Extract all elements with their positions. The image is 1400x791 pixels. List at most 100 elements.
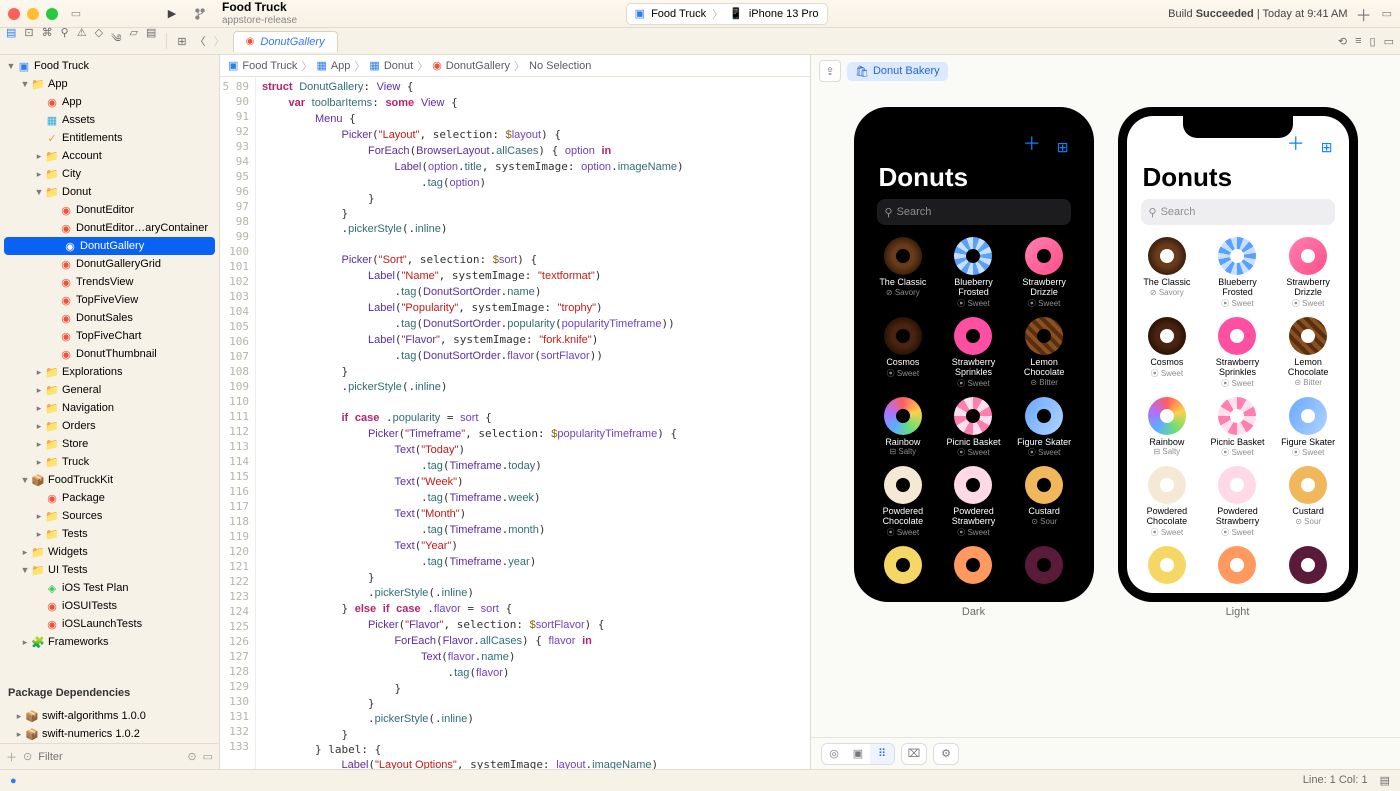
nav-item[interactable]: ▸📁Tests bbox=[0, 525, 219, 543]
donut-cell[interactable]: Blueberry Frosted⦿ Sweet bbox=[939, 235, 1008, 313]
nav-item[interactable]: ▸📁Explorations bbox=[0, 363, 219, 381]
nav-item[interactable]: ▼📁Donut bbox=[0, 183, 219, 201]
donut-cell[interactable]: Cosmos⦿ Sweet bbox=[1133, 315, 1202, 393]
nav-item[interactable]: ▦Assets bbox=[0, 111, 219, 129]
nav-item[interactable]: ▸🧩Frameworks bbox=[0, 633, 219, 651]
add-icon[interactable]: ＋ bbox=[1023, 130, 1041, 156]
donut-cell[interactable]: Lemon Chocolate⊝ Bitter bbox=[1010, 315, 1079, 393]
adjust-icon[interactable]: ≡ bbox=[1355, 35, 1361, 48]
sidebar-toggle-icon[interactable]: ▭ bbox=[66, 5, 86, 23]
nav-item[interactable]: ▸📁Widgets bbox=[0, 543, 219, 561]
nav-symbol-icon[interactable]: ⌘ bbox=[42, 26, 53, 57]
nav-item[interactable]: ▸📁Account bbox=[0, 147, 219, 165]
nav-item[interactable]: ◉iOSLaunchTests bbox=[0, 615, 219, 633]
nav-breakpoint-icon[interactable]: ▱ bbox=[130, 26, 138, 57]
nav-debug-icon[interactable]: ༄ bbox=[111, 26, 122, 57]
donut-cell[interactable]: Powdered Chocolate⦿ Sweet bbox=[869, 464, 938, 542]
donut-cell[interactable] bbox=[939, 544, 1008, 591]
donut-cell[interactable]: Cosmos⦿ Sweet bbox=[869, 315, 938, 393]
donut-cell[interactable]: Custard⊙ Sour bbox=[1010, 464, 1079, 542]
nav-item[interactable]: ◉DonutEditor bbox=[0, 201, 219, 219]
nav-item[interactable]: ◉TopFiveView bbox=[0, 291, 219, 309]
preview-destination[interactable]: 🛍 Donut Bakery bbox=[847, 62, 948, 81]
nav-item[interactable]: ▼📁App bbox=[0, 75, 219, 93]
donut-cell[interactable]: Figure Skater⦿ Sweet bbox=[1274, 395, 1343, 463]
editor-tab[interactable]: ◉ DonutGallery bbox=[233, 31, 338, 52]
nav-item[interactable]: ◉DonutEditor…aryContainer bbox=[0, 219, 219, 237]
refresh-icon[interactable]: ⟲ bbox=[1338, 35, 1347, 48]
nav-item[interactable]: ◉DonutGallery bbox=[4, 237, 215, 255]
donut-cell[interactable]: Picnic Basket⦿ Sweet bbox=[1203, 395, 1272, 463]
donut-cell[interactable]: Lemon Chocolate⊝ Bitter bbox=[1274, 315, 1343, 393]
scm-icon[interactable]: ▭ bbox=[203, 750, 213, 763]
code-area[interactable]: struct DonutGallery: View { var toolbarI… bbox=[256, 77, 810, 769]
branch-icon[interactable] bbox=[190, 5, 210, 23]
nav-item[interactable]: ◉TopFiveChart bbox=[0, 327, 219, 345]
split-icon[interactable]: ▯ bbox=[1370, 35, 1376, 48]
search-field[interactable]: ⚲Search bbox=[877, 199, 1071, 225]
donut-cell[interactable] bbox=[1274, 544, 1343, 591]
donut-cell[interactable]: Powdered Strawberry⦿ Sweet bbox=[939, 464, 1008, 542]
nav-item[interactable]: ▸📁Truck bbox=[0, 453, 219, 471]
nav-item[interactable]: ▸📁Navigation bbox=[0, 399, 219, 417]
donut-cell[interactable]: Strawberry Sprinkles⦿ Sweet bbox=[1203, 315, 1272, 393]
jump-segment[interactable]: App bbox=[331, 60, 351, 72]
nav-item[interactable]: ◉Package bbox=[0, 489, 219, 507]
nav-find-icon[interactable]: ⚲ bbox=[61, 26, 69, 57]
donut-cell[interactable]: Figure Skater⦿ Sweet bbox=[1010, 395, 1079, 463]
nav-item[interactable]: ▼▣Food Truck bbox=[0, 57, 219, 75]
jump-bar[interactable]: ▣ Food Truck〉▦ App〉▦ Donut〉◉ DonutGaller… bbox=[220, 55, 810, 77]
nav-item[interactable]: ✓Entitlements bbox=[0, 129, 219, 147]
donut-cell[interactable] bbox=[869, 544, 938, 591]
jump-segment[interactable]: No Selection bbox=[529, 60, 591, 72]
preview-device[interactable]: ＋⊞Donuts⚲SearchThe Classic⊘ SavoryBluebe… bbox=[854, 107, 1094, 602]
nav-source-icon[interactable]: ⊡ bbox=[24, 26, 33, 57]
donut-cell[interactable]: Strawberry Sprinkles⦿ Sweet bbox=[939, 315, 1008, 393]
nav-project-icon[interactable]: ▤ bbox=[6, 26, 16, 57]
inspector-icon[interactable]: ▭ bbox=[1384, 35, 1394, 48]
canvas-mode-seg[interactable]: ◎ ▣ ⠿ bbox=[821, 743, 895, 765]
pkg-dep-item[interactable]: ▸📦swift-algorithms 1.0.0 bbox=[0, 707, 219, 725]
donut-cell[interactable]: Rainbow⊟ Salty bbox=[1133, 395, 1202, 463]
nav-item[interactable]: ◉DonutGalleryGrid bbox=[0, 255, 219, 273]
nav-item[interactable]: ▸📁General bbox=[0, 381, 219, 399]
donut-cell[interactable]: Custard⊙ Sour bbox=[1274, 464, 1343, 542]
nav-test-icon[interactable]: ◇ bbox=[95, 26, 103, 57]
donut-cell[interactable] bbox=[1203, 544, 1272, 591]
nav-item[interactable]: ◉DonutSales bbox=[0, 309, 219, 327]
donut-cell[interactable]: Strawberry Drizzle⦿ Sweet bbox=[1274, 235, 1343, 313]
traffic-lights[interactable] bbox=[8, 8, 58, 20]
jump-segment[interactable]: Food Truck bbox=[242, 60, 297, 72]
donut-cell[interactable]: Powdered Strawberry⦿ Sweet bbox=[1203, 464, 1272, 542]
recent-icon[interactable]: ⊙ bbox=[187, 750, 196, 763]
donut-cell[interactable]: Strawberry Drizzle⦿ Sweet bbox=[1010, 235, 1079, 313]
donut-cell[interactable]: Rainbow⊟ Salty bbox=[869, 395, 938, 463]
nav-item[interactable]: ▸📁Store bbox=[0, 435, 219, 453]
filter-input[interactable] bbox=[38, 751, 181, 763]
nav-item[interactable]: ◉DonutThumbnail bbox=[0, 345, 219, 363]
layout-icon[interactable]: ⊞ bbox=[1057, 139, 1069, 156]
nav-item[interactable]: ▸📁Orders bbox=[0, 417, 219, 435]
add-icon[interactable]: ＋ bbox=[1356, 2, 1372, 26]
pin-icon[interactable]: ⇪ bbox=[819, 60, 841, 82]
run-button[interactable]: ▶ bbox=[162, 5, 182, 23]
nav-item[interactable]: ◉TrendsView bbox=[0, 273, 219, 291]
filter-scope-icon[interactable]: ⊙ bbox=[23, 750, 32, 763]
search-field[interactable]: ⚲Search bbox=[1141, 199, 1335, 225]
related-icon[interactable]: ⊞ bbox=[177, 35, 186, 48]
library-icon[interactable]: ▭ bbox=[1382, 7, 1392, 20]
nav-item[interactable]: ◉iOSUITests bbox=[0, 597, 219, 615]
nav-report-icon[interactable]: ▤ bbox=[146, 26, 156, 57]
scheme-selector[interactable]: ▣ Food Truck 〉 📱 iPhone 13 Pro bbox=[626, 3, 828, 25]
donut-cell[interactable] bbox=[1010, 544, 1079, 591]
add-icon[interactable]: ＋ bbox=[6, 749, 17, 765]
donut-cell[interactable]: Picnic Basket⦿ Sweet bbox=[939, 395, 1008, 463]
navigator-tree[interactable]: ▼▣Food Truck▼📁App◉App▦Assets✓Entitlement… bbox=[0, 55, 219, 679]
donut-cell[interactable] bbox=[1133, 544, 1202, 591]
nav-item[interactable]: ◉App bbox=[0, 93, 219, 111]
forward-button[interactable]: 〉 bbox=[214, 33, 225, 49]
variants-seg[interactable]: ⌧ bbox=[901, 743, 927, 765]
jump-segment[interactable]: Donut bbox=[384, 60, 413, 72]
donut-cell[interactable]: Powdered Chocolate⦿ Sweet bbox=[1133, 464, 1202, 542]
nav-item[interactable]: ▼📁UI Tests bbox=[0, 561, 219, 579]
